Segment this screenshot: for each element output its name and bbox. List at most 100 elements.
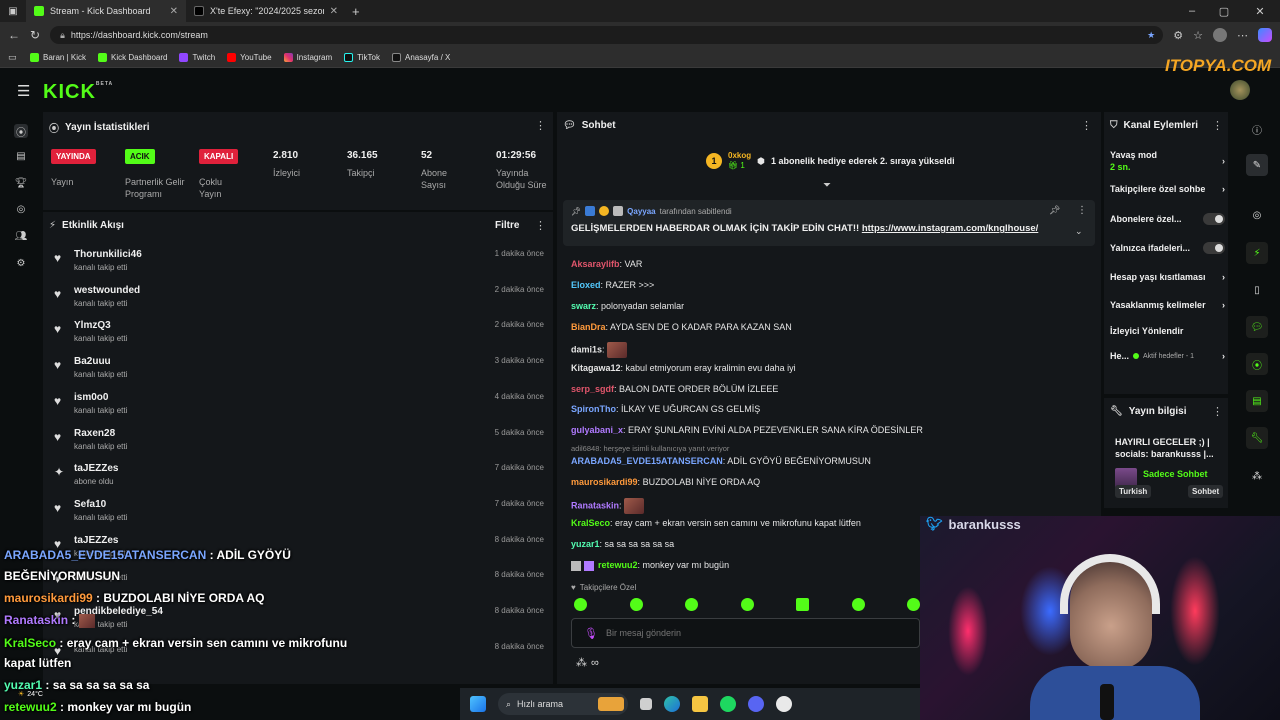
bookmark-tiktok[interactable]: TikTok <box>344 53 380 62</box>
window-close-icon[interactable]: ✕ <box>1240 5 1280 18</box>
stream-info-menu-icon[interactable]: ⋮ <box>1212 405 1223 418</box>
maximize-icon[interactable]: ▢ <box>1208 5 1240 18</box>
file-explorer-icon[interactable] <box>692 696 708 712</box>
category-name[interactable]: Sadece Sohbet <box>1143 469 1208 479</box>
window-menu-icon[interactable]: ▣ <box>0 6 26 17</box>
expand-banner-icon[interactable]: ⏷ <box>823 180 831 191</box>
trophy-icon[interactable]: 🏆︎ <box>14 178 28 192</box>
more-menu-icon[interactable]: ⋯ <box>1237 29 1248 42</box>
activity-item[interactable]: ♥ YlmzQ3 kanalı takip etti 2 dakika önce <box>50 318 550 354</box>
tag-chip[interactable]: Sohbet <box>1188 485 1224 498</box>
activity-item[interactable]: ✦ taJEZZes abone oldu 7 dakika önce <box>50 461 550 497</box>
pin-icon[interactable]: 📌︎ <box>1049 205 1060 216</box>
reload-icon[interactable]: ↻ <box>30 28 40 42</box>
activity-username[interactable]: taJEZZes <box>74 535 127 546</box>
chat-username[interactable]: Eloxed <box>571 280 601 290</box>
chat-username[interactable]: swarz <box>571 301 596 311</box>
taskbar-search[interactable]: ⌕ Hızlı arama <box>498 693 628 715</box>
chat-username[interactable]: yuzar1 <box>571 539 600 549</box>
chat-username[interactable]: serp_sgdf <box>571 384 614 394</box>
activity-username[interactable]: ism0o0 <box>74 392 127 403</box>
chat-username[interactable]: BianDra <box>571 322 606 332</box>
bookmark-kick-dashboard[interactable]: Kick Dashboard <box>97 53 167 62</box>
favorites-icon[interactable]: ☆ <box>1193 29 1203 42</box>
activity-item[interactable]: ♥ pendikbelediye_54 kanalı takip etti 8 dak… <box>50 604 550 640</box>
chat-username[interactable]: retewuu2 <box>598 560 638 570</box>
bookmark-youtube[interactable]: YouTube <box>227 53 272 62</box>
points-icon[interactable]: ⁂ <box>1246 465 1268 487</box>
chat-menu-icon[interactable]: ⋮ <box>1081 119 1092 132</box>
points-icon[interactable]: ⁂ <box>576 656 587 669</box>
followers-only-chat-item[interactable]: Takipçilere özel sohbe › <box>1110 184 1225 194</box>
stats-menu-icon[interactable]: ⋮ <box>535 119 546 132</box>
pinned-menu-icon[interactable]: ⋮ <box>1077 205 1087 216</box>
users-icon[interactable]: 👥︎ <box>14 231 28 245</box>
discord-icon[interactable] <box>748 696 764 712</box>
pinned-link[interactable]: https://www.instagram.com/knglhouse/ <box>862 223 1038 234</box>
bookmark-instagram[interactable]: Instagram <box>283 53 332 62</box>
dashboard-icon[interactable]: ▤ <box>14 151 28 165</box>
activity-item[interactable]: ♥ Thorunkilici46 kanalı takip etti 1 dakika… <box>50 247 550 283</box>
activity-username[interactable]: Raxen28 <box>74 428 127 439</box>
banned-words-item[interactable]: Yasaklanmış kelimeler › <box>1110 300 1225 310</box>
chat-username[interactable]: KralSeco <box>571 518 610 528</box>
activity-menu-icon[interactable]: ⋮ <box>535 219 546 232</box>
activity-item[interactable]: ♥ ism0o0 kanalı takip etti 4 dakika önce <box>50 390 550 426</box>
tab-x-post[interactable]: X'te Efexy: "2024/2025 sezonund ✕ <box>186 0 346 22</box>
chatgpt-icon[interactable] <box>776 696 792 712</box>
minimize-icon[interactable]: – <box>1176 5 1208 17</box>
wrench-icon[interactable]: 🔧︎ <box>1246 427 1268 449</box>
activity-item[interactable]: ♥ Sefa10 kanalı takip etti 7 dakika önce <box>50 497 550 533</box>
chat-bubble-icon[interactable]: 💬︎ <box>1246 316 1268 338</box>
url-field[interactable]: 🔒︎ https://dashboard.kick.com/stream ★ <box>50 26 1164 44</box>
broadcast-icon[interactable]: ⦿ <box>1246 353 1268 375</box>
emote-icon[interactable] <box>629 598 643 611</box>
emote-icon[interactable] <box>796 598 809 611</box>
copilot-icon[interactable] <box>1258 28 1272 42</box>
emote-icon[interactable] <box>685 598 698 611</box>
profile-avatar[interactable] <box>1213 28 1227 42</box>
activity-username[interactable]: Thorunkilici46 <box>74 249 142 260</box>
emote-icon[interactable] <box>574 598 587 611</box>
activity-username[interactable]: Sefa10 <box>74 499 127 510</box>
gift-user[interactable]: 0xkog <box>728 151 751 161</box>
layout-icon[interactable]: ▤ <box>1246 390 1268 412</box>
spotify-icon[interactable] <box>720 696 736 712</box>
user-avatar[interactable] <box>1230 80 1250 100</box>
slow-mode-item[interactable]: Yavaş mod 2 sn. › <box>1110 148 1225 174</box>
goals-item[interactable]: He... Aktif hedefler - 1 › <box>1110 351 1225 361</box>
filter-button[interactable]: Filtre <box>495 220 519 231</box>
new-tab-icon[interactable]: + <box>352 4 360 19</box>
sidebar-toggle-icon[interactable]: ▭ <box>8 52 17 63</box>
hamburger-menu-icon[interactable]: ☰ <box>17 82 30 100</box>
back-icon[interactable]: ← <box>8 28 20 42</box>
activity-item[interactable]: ♥ Raxen28 kanalı takip etti 5 dakika önce <box>50 426 550 462</box>
activity-username[interactable]: Ba2uuu <box>74 356 127 367</box>
edge-browser-icon[interactable] <box>664 696 680 712</box>
account-age-item[interactable]: Hesap yaşı kısıtlaması › <box>1110 272 1225 282</box>
settings-gear-icon[interactable]: ⚙ <box>14 258 28 272</box>
activity-item[interactable]: ♥ westwounded kanalı takip etti 2 dakika ön… <box>50 283 550 319</box>
chat-username[interactable]: maurosikardi99 <box>571 477 638 487</box>
task-view-icon[interactable] <box>640 698 652 710</box>
chat-username[interactable]: Ranataskin <box>571 500 619 510</box>
windows-start-icon[interactable] <box>470 696 486 712</box>
chat-username[interactable]: dami1s <box>571 344 602 354</box>
subscribers-only-toggle[interactable] <box>1203 213 1225 225</box>
stream-broadcast-icon[interactable]: ⦿ <box>14 124 28 139</box>
microphone-icon[interactable]: 🎙︎ <box>584 627 598 640</box>
channel-actions-menu-icon[interactable]: ⋮ <box>1212 119 1223 132</box>
chevron-down-icon[interactable]: ⌄ <box>1075 226 1083 237</box>
activity-username[interactable]: westwounded <box>74 285 140 296</box>
chat-username[interactable]: gulyabani_x <box>571 425 623 435</box>
bookmark-baran-kick[interactable]: Baran | Kick <box>30 53 86 62</box>
kick-logo[interactable]: KICKBETA <box>43 81 113 104</box>
chat-username[interactable]: ARABADA5_EVDE15ATANSERCAN <box>571 456 723 466</box>
close-tab-icon[interactable]: ✕ <box>170 6 178 17</box>
emote-icon[interactable] <box>907 598 920 611</box>
chat-input-box[interactable]: 🎙︎ <box>571 618 920 648</box>
emotes-only-toggle[interactable] <box>1203 242 1225 254</box>
activity-username[interactable]: taJEZZes <box>74 463 118 474</box>
subscribers-only-item[interactable]: Abonelere özel... <box>1110 213 1225 225</box>
document-icon[interactable]: ▯ <box>1246 279 1268 301</box>
